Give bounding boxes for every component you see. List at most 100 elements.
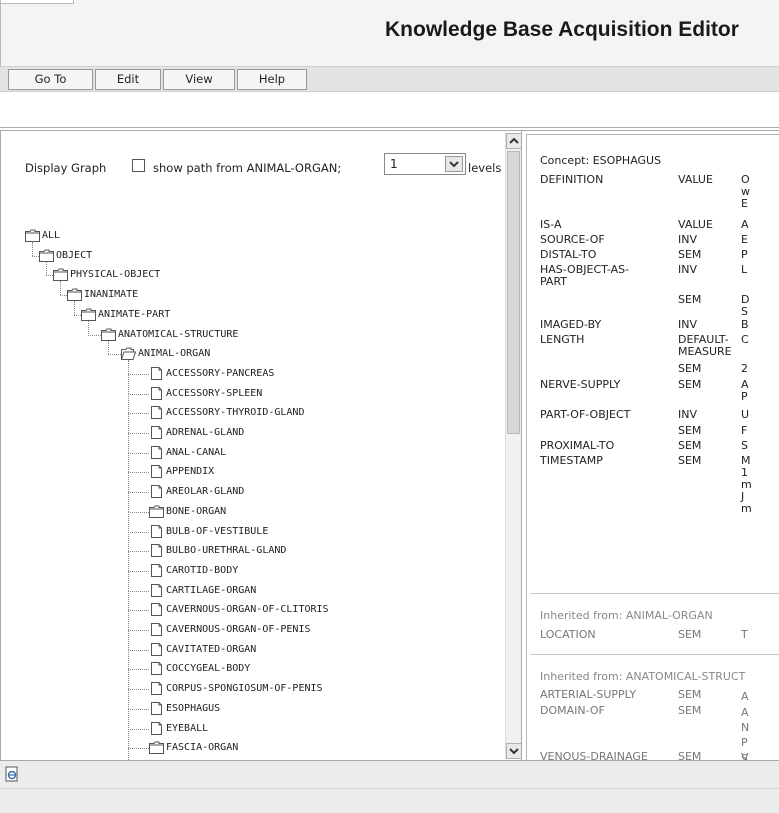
slot-facet: SEM <box>678 688 702 701</box>
folder-icon <box>81 308 96 321</box>
slot-value: O w E <box>741 173 750 210</box>
slot-name: VENOUS-DRAINAGE <box>540 750 648 761</box>
tree-connector <box>128 452 129 473</box>
tree-node-label: CAVITATED-ORGAN <box>166 643 257 655</box>
chevron-down-icon[interactable] <box>445 156 463 172</box>
tree-node-label: ANIMATE-PART <box>98 308 171 320</box>
slot-name: TIMESTAMP <box>540 454 603 467</box>
status-cell <box>0 761 779 789</box>
tree-connector <box>46 275 53 277</box>
tree-connector <box>128 669 149 671</box>
tree-connector <box>128 373 149 375</box>
slot-name: LENGTH <box>540 333 585 346</box>
document-icon <box>149 642 164 656</box>
tree-connector <box>128 610 129 630</box>
tree-connector <box>128 590 149 592</box>
slot-value: B <box>741 318 749 331</box>
scroll-down-arrow-icon[interactable] <box>506 743 521 759</box>
tree-connector <box>128 689 149 691</box>
document-icon <box>149 662 164 676</box>
concept-title: Concept: ESOPHAGUS <box>540 154 662 167</box>
tree-connector <box>128 492 129 512</box>
concept-detail-pane: Concept: ESOPHAGUS DEFINITION VALUE O w E I… <box>521 130 779 760</box>
tree-connector <box>128 492 149 494</box>
tree-connector <box>128 413 129 433</box>
menu-edit-button[interactable]: Edit <box>95 69 161 90</box>
app-title: Knowledge Base Acquisition Editor <box>385 18 739 41</box>
slot-value: M 1 m J m <box>741 454 752 515</box>
slot-name: DEFINITION <box>540 173 604 186</box>
document-icon <box>149 603 164 617</box>
slot-facet: SEM <box>678 439 702 452</box>
document-icon <box>149 465 164 479</box>
tree-node-label: CAROTID-BODY <box>166 564 239 576</box>
inherited-from-label: Inherited from: ANATOMICAL-STRUCT <box>540 670 746 683</box>
tree-node-label: CORPUS-SPONGIOSUM-OF-PENIS <box>166 683 323 695</box>
tree-connector <box>128 748 129 760</box>
slot-facet: SEM <box>678 378 702 391</box>
folder-icon <box>101 328 116 341</box>
menu-help-button[interactable]: Help <box>237 69 307 90</box>
tree-connector <box>128 728 149 730</box>
top-tab-edge <box>1 0 74 4</box>
menu-view-button[interactable]: View <box>163 69 235 90</box>
slot-value: A P <box>741 378 749 403</box>
document-icon <box>149 426 164 439</box>
tree-connector <box>128 728 129 749</box>
tree-node-label: COCCYGEAL-BODY <box>166 663 251 675</box>
tree-connector <box>32 242 33 256</box>
document-icon <box>149 445 164 459</box>
browser-page-icon <box>4 766 20 782</box>
tree-connector <box>128 452 149 454</box>
document-icon <box>149 623 164 636</box>
slot-facet: SEM <box>678 750 702 761</box>
tree-node-label: OBJECT <box>56 249 93 261</box>
open-folder-icon <box>120 347 137 361</box>
folder-icon <box>149 505 164 518</box>
scroll-thumb[interactable] <box>507 151 520 434</box>
tree-connector <box>128 708 149 710</box>
slot-value: D S <box>741 293 750 318</box>
slot-value: L <box>741 263 748 276</box>
slot-value: S <box>741 752 748 760</box>
scroll-up-arrow-icon[interactable] <box>506 133 521 149</box>
show-path-label: show path from ANIMAL-ORGAN; <box>153 161 342 175</box>
graph-tree-pane: Display Graph show path from ANIMAL-ORGA… <box>0 130 521 760</box>
tree-connector <box>108 340 109 355</box>
slot-facet: INV <box>678 318 697 331</box>
tree-connector <box>128 570 149 572</box>
tree-connector <box>128 630 149 631</box>
document-icon <box>149 386 164 400</box>
folder-icon <box>53 268 68 282</box>
tree-connector <box>74 314 81 316</box>
slot-facet: VALUE <box>678 173 713 186</box>
tree-node-label: INANIMATE <box>84 289 139 301</box>
folder-icon <box>25 229 40 242</box>
menu-goto-button[interactable]: Go To <box>8 69 93 90</box>
tree-connector <box>108 354 121 356</box>
slot-name: PROXIMAL-TO <box>540 439 615 452</box>
folder-icon <box>39 249 54 262</box>
tree-connector <box>128 689 129 709</box>
slot-name: IMAGED-BY <box>540 318 602 331</box>
document-icon <box>149 524 164 538</box>
tree-connector <box>128 590 129 611</box>
tree-scrollbar[interactable] <box>505 133 521 759</box>
tree-connector <box>128 748 149 750</box>
slot-facet: SEM <box>678 628 702 641</box>
slot-facet: SEM <box>678 248 702 261</box>
slot-facet: INV <box>678 263 697 276</box>
tree-node-label: ACCESSORY-PANCREAS <box>166 367 275 379</box>
inherited-from-label: Inherited from: ANIMAL-ORGAN <box>540 609 713 622</box>
slot-facet: DEFAULT- MEASURE <box>678 333 732 358</box>
tree-node-label: ESOPHAGUS <box>166 702 221 714</box>
show-path-checkbox[interactable] <box>132 159 145 172</box>
tree-node-label: BULBO-URETHRAL-GLAND <box>166 545 287 557</box>
slot-name: HAS-OBJECT-AS- PART <box>540 263 630 288</box>
tree-connector <box>128 413 149 415</box>
slot-facet: VALUE <box>678 218 713 231</box>
tree-node-label: ANATOMICAL-STRUCTURE <box>118 328 239 340</box>
slot-value: 2 <box>741 362 748 375</box>
document-icon <box>149 563 164 577</box>
levels-select[interactable]: 1 <box>384 153 466 175</box>
